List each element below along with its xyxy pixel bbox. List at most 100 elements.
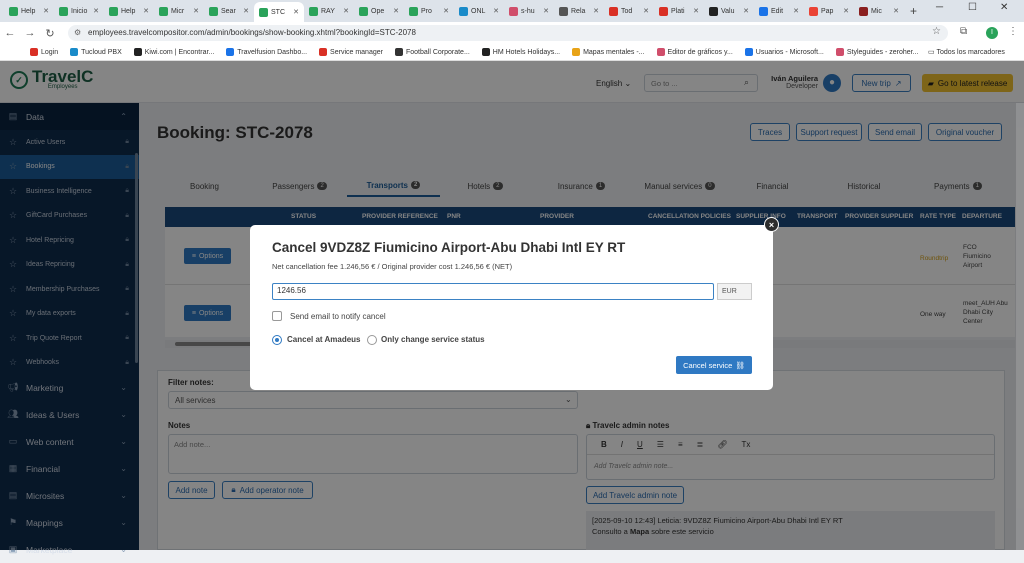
- cancellation-amount-input[interactable]: 1246.56: [272, 283, 714, 300]
- tab-close-icon[interactable]: ✕: [593, 7, 599, 15]
- tab-close-icon[interactable]: ✕: [543, 7, 549, 15]
- tab-close-icon[interactable]: ✕: [443, 7, 449, 15]
- all-bookmarks-link[interactable]: ▭ Todos los marcadores: [928, 48, 1005, 56]
- address-bar-row: ← → ↻ ⚙ employees.travelcompositor.com/a…: [0, 22, 1024, 44]
- browser-tab[interactable]: Help ✕: [4, 2, 54, 20]
- maximize-icon[interactable]: ☐: [968, 2, 977, 13]
- forward-icon[interactable]: →: [20, 27, 40, 39]
- bookmark-label: Editor de gráficos y...: [667, 48, 733, 56]
- browser-tab[interactable]: s-hu ✕: [504, 2, 554, 20]
- bookmark-label: Usuarios - Microsoft...: [755, 48, 824, 56]
- browser-tabstrip: Help ✕ Inicio ✕ Help ✕ Micr ✕ Sear ✕ STC ✕ RAY ✕ Ope ✕ P…: [0, 0, 1024, 22]
- bookmark-label: Login: [41, 48, 59, 56]
- bookmark-favicon-icon: [481, 48, 490, 56]
- browser-tab[interactable]: Edit ✕: [754, 2, 804, 20]
- browser-menu-icon[interactable]: ⋮: [1008, 26, 1018, 37]
- tab-close-icon[interactable]: ✕: [643, 7, 649, 15]
- bookmark-item[interactable]: Tucloud PBX: [70, 48, 122, 56]
- reload-icon[interactable]: ↻: [40, 27, 60, 40]
- tab-close-icon[interactable]: ✕: [493, 7, 499, 15]
- bookmark-label: Travelfusion Dashbo...: [237, 48, 308, 56]
- browser-tab[interactable]: Help ✕: [104, 2, 154, 20]
- tab-title: Inicio: [71, 7, 88, 15]
- bookmark-favicon-icon: [133, 48, 142, 56]
- tab-close-icon[interactable]: ✕: [293, 8, 299, 16]
- only-change-status-radio[interactable]: [367, 335, 377, 345]
- browser-tab[interactable]: Sear ✕: [204, 2, 254, 20]
- currency-field: EUR: [717, 283, 752, 300]
- browser-tab[interactable]: Valu ✕: [704, 2, 754, 20]
- tab-close-icon[interactable]: ✕: [793, 7, 799, 15]
- browser-tab[interactable]: Tod ✕: [604, 2, 654, 20]
- bookmark-label: Tucloud PBX: [81, 48, 122, 56]
- send-email-checkbox[interactable]: [272, 311, 282, 321]
- tab-favicon-icon: [309, 6, 318, 16]
- tab-title: Micr: [171, 7, 185, 15]
- cancel-at-amadeus-radio[interactable]: [272, 335, 282, 345]
- tab-close-icon[interactable]: ✕: [393, 7, 399, 15]
- browser-tab[interactable]: Inicio ✕: [54, 2, 104, 20]
- tab-close-icon[interactable]: ✕: [893, 7, 899, 15]
- bookmark-item[interactable]: Kiwi.com | Encontrar...: [133, 48, 214, 56]
- extensions-icon[interactable]: ⧉: [960, 26, 967, 37]
- page-scrollbar[interactable]: [1016, 103, 1024, 550]
- tab-close-icon[interactable]: ✕: [243, 7, 249, 15]
- tab-close-icon[interactable]: ✕: [693, 7, 699, 15]
- back-icon[interactable]: ←: [0, 27, 20, 39]
- browser-tab[interactable]: Plati ✕: [654, 2, 704, 20]
- tab-title: Rela: [571, 7, 586, 15]
- bookmark-item[interactable]: Login: [30, 48, 58, 56]
- tab-favicon-icon: [409, 6, 418, 16]
- bookmark-item[interactable]: HM Hotels Holidays...: [481, 48, 560, 56]
- browser-tab[interactable]: RAY ✕: [304, 2, 354, 20]
- bookmark-item[interactable]: Travelfusion Dashbo...: [226, 48, 307, 56]
- tab-close-icon[interactable]: ✕: [193, 7, 199, 15]
- tab-title: s-hu: [521, 7, 535, 15]
- bookmark-item[interactable]: Styleguides - zeroher...: [835, 48, 919, 56]
- tab-title: Help: [21, 7, 36, 15]
- modal-title: Cancel 9VDZ8Z Fiumicino Airport-Abu Dhab…: [272, 240, 626, 255]
- tab-close-icon[interactable]: ✕: [343, 7, 349, 15]
- minimize-icon[interactable]: ─: [936, 2, 943, 13]
- close-modal-icon[interactable]: ×: [764, 217, 779, 232]
- tab-close-icon[interactable]: ✕: [43, 7, 49, 15]
- bookmark-item[interactable]: Editor de gráficos y...: [656, 48, 733, 56]
- browser-tab[interactable]: Pro ✕: [404, 2, 454, 20]
- bookmark-label: Football Corporate...: [405, 48, 470, 56]
- tab-close-icon[interactable]: ✕: [143, 7, 149, 15]
- browser-tab[interactable]: Pap ✕: [804, 2, 854, 20]
- tab-title: Help: [121, 7, 136, 15]
- tab-close-icon[interactable]: ✕: [843, 7, 849, 15]
- tab-favicon-icon: [209, 6, 218, 16]
- bookmark-item[interactable]: Usuarios - Microsoft...: [744, 48, 824, 56]
- close-window-icon[interactable]: ✕: [1000, 2, 1008, 13]
- url-input[interactable]: ⚙ employees.travelcompositor.com/admin/b…: [68, 25, 948, 41]
- tab-title: Pro: [421, 7, 432, 15]
- cancel-service-button[interactable]: Cancel service ⛓︎: [676, 356, 752, 374]
- tab-favicon-icon: [459, 6, 468, 16]
- bookmarks-bar: Login Tucloud PBX Kiwi.com | Encontrar... T…: [0, 44, 1024, 61]
- browser-tab[interactable]: Rela ✕: [554, 2, 604, 20]
- browser-tab[interactable]: STC ✕: [254, 2, 304, 22]
- tab-close-icon[interactable]: ✕: [743, 7, 749, 15]
- bookmark-item[interactable]: Service manager: [319, 48, 383, 56]
- url-text: employees.travelcompositor.com/admin/boo…: [88, 28, 416, 37]
- tab-favicon-icon: [159, 6, 168, 16]
- site-info-icon[interactable]: ⚙: [74, 25, 81, 41]
- tab-close-icon[interactable]: ✕: [93, 7, 99, 15]
- new-tab-button[interactable]: +: [904, 4, 923, 18]
- tab-favicon-icon: [109, 6, 118, 16]
- tab-favicon-icon: [559, 6, 568, 16]
- tab-favicon-icon: [809, 6, 818, 16]
- browser-tab[interactable]: ONL ✕: [454, 2, 504, 20]
- tab-favicon-icon: [709, 6, 718, 16]
- bookmark-star-icon[interactable]: ☆: [932, 26, 941, 37]
- browser-tab[interactable]: Mic ✕: [854, 2, 904, 20]
- bookmark-item[interactable]: Mapas mentales -...: [572, 48, 645, 56]
- browser-tab[interactable]: Micr ✕: [154, 2, 204, 20]
- bookmark-favicon-icon: [744, 48, 753, 56]
- bookmark-item[interactable]: Football Corporate...: [394, 48, 470, 56]
- bookmark-label: Styleguides - zeroher...: [846, 48, 919, 56]
- profile-avatar[interactable]: I: [986, 27, 998, 39]
- browser-tab[interactable]: Ope ✕: [354, 2, 404, 20]
